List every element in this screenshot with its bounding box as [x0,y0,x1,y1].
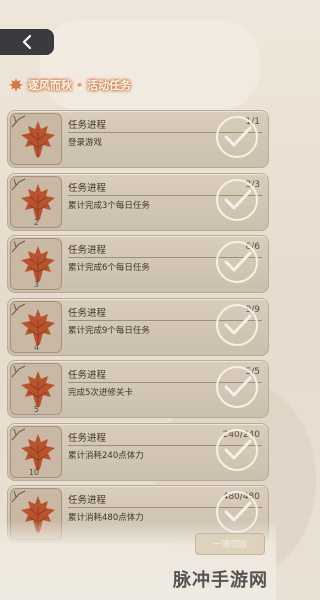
task-description: 登录游戏 [68,138,103,148]
task-title: 任务进程 [68,495,107,506]
check-icon [216,428,258,471]
check-icon [216,366,258,408]
task-index: 3 [33,280,39,289]
task-reward-icon: 5 [10,363,62,415]
task-reward-icon [10,113,62,165]
task-reward-icon: 3 [10,238,62,290]
maple-leaf-icon [21,121,55,158]
maple-leaf-icon [8,77,24,93]
task-description: 累计完成6个每日任务 [68,263,150,273]
task-reward-icon: 10 [10,425,62,478]
task-title: 任务进程 [68,432,107,444]
check-icon [216,241,258,283]
claim-all-button[interactable]: 一键领取 [195,533,265,555]
task-card: 2 任务进程 3/3 累计完成3个每日任务 [7,172,269,231]
task-card: 5 任务进程 5/5 完成5次进修关卡 [7,360,269,418]
task-description: 完成5次进修关卡 [68,388,133,398]
maple-leaf-icon [21,183,55,221]
breadcrumb-separator: • [76,78,84,92]
breadcrumb: 逐风而秋 • 活动任务 [8,72,131,98]
task-title: 任务进程 [68,307,107,319]
breadcrumb-current: 活动任务 [87,79,132,92]
task-card: 4 任务进程 9/9 累计完成9个每日任务 [7,297,269,356]
task-description: 累计完成9个每日任务 [68,325,150,336]
task-card: 3 任务进程 6/6 累计完成6个每日任务 [7,235,269,293]
maple-leaf-icon [21,308,55,346]
task-title: 任务进程 [68,120,107,131]
task-index: 5 [33,405,39,414]
task-card: 10 任务进程 240/240 累计消耗240点体力 [7,422,269,481]
watermark: 脉冲手游网 [173,570,268,591]
task-reward-icon: 2 [10,175,62,228]
task-card: 任务进程 1/1 登录游戏 [7,110,269,168]
task-index: 10 [28,467,39,477]
task-reward-icon: 4 [10,300,62,353]
task-index: 4 [33,342,39,352]
task-index: 2 [33,217,39,227]
breadcrumb-section[interactable]: 逐风而秋 [28,77,72,93]
task-title: 任务进程 [68,370,107,381]
maple-leaf-icon [21,433,55,471]
maple-leaf-icon [21,371,55,408]
task-title: 任务进程 [68,245,107,256]
check-icon [216,116,258,158]
task-title: 任务进程 [68,182,107,194]
task-description: 累计完成3个每日任务 [68,200,150,211]
check-icon [216,178,258,221]
task-description: 累计消耗240点体力 [68,450,144,461]
check-icon [216,303,258,346]
back-button[interactable] [0,29,54,55]
chevron-left-icon [22,35,32,49]
maple-leaf-icon [21,246,55,283]
